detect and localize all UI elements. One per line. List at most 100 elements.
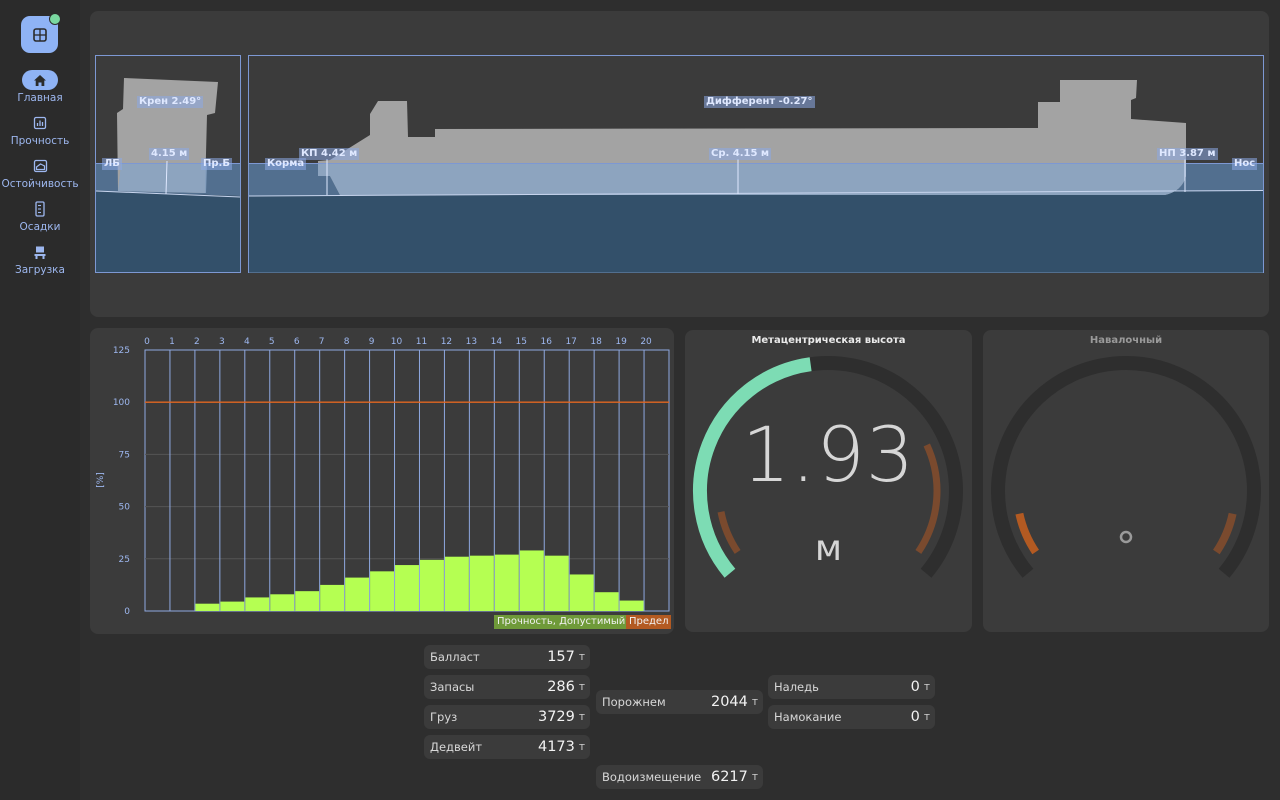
stat-value: 0 — [910, 709, 920, 725]
stat-value: 0 — [910, 679, 920, 695]
gauge-arc — [991, 356, 1261, 578]
heel-draft-label: 4.15 м — [149, 148, 190, 160]
sidebar-item-loading[interactable]: Загрузка — [0, 242, 80, 276]
ballast-stat: Балласт 157 т — [424, 645, 590, 669]
strength-bar — [320, 584, 345, 611]
bow-label: Нос — [1232, 158, 1258, 170]
starboard-side-label: Пр.Б — [201, 158, 232, 170]
strength-bar — [345, 577, 370, 611]
sidebar-item-label: Остойчивость — [1, 178, 79, 190]
legend-allowable: Прочность, Допустимый — [494, 615, 629, 629]
profile-view — [248, 55, 1264, 273]
ruler-icon — [35, 201, 45, 217]
strength-bar — [469, 555, 494, 611]
lightship-stat: Порожнем 2044 т — [596, 690, 763, 714]
wetting-stat: Намокание 0 т — [768, 705, 935, 729]
gauge-unit: м — [814, 528, 843, 569]
stat-label: Намокание — [774, 710, 842, 724]
x-tick-label: 0 — [144, 337, 150, 347]
strength-bar — [594, 592, 619, 611]
stat-label: Водоизмещение — [602, 770, 702, 784]
displacement-stat: Водоизмещение 6217 т — [596, 765, 763, 789]
y-tick-label: 75 — [119, 450, 130, 460]
x-tick-label: 6 — [294, 337, 300, 347]
stat-label: Наледь — [774, 680, 819, 694]
stat-value: 286 — [547, 679, 575, 695]
x-tick-label: 4 — [244, 337, 250, 347]
x-tick-label: 17 — [565, 337, 576, 347]
stat-value: 2044 — [710, 694, 748, 710]
x-tick-label: 13 — [466, 337, 477, 347]
mid-draft-label: Ср. 4.15 м — [709, 148, 772, 160]
stat-value: 3729 — [537, 709, 575, 725]
strength-bar — [444, 556, 469, 611]
strength-bar — [519, 550, 544, 611]
x-tick-label: 20 — [640, 337, 652, 347]
x-tick-label: 11 — [416, 337, 427, 347]
x-tick-label: 18 — [590, 337, 602, 347]
strength-bar — [245, 597, 270, 611]
stat-value: 6217 — [710, 769, 748, 785]
stat-unit: т — [578, 651, 585, 663]
gauge-needle-dot — [1119, 530, 1133, 544]
stat-unit: т — [578, 681, 585, 693]
y-tick-label: 100 — [113, 398, 130, 408]
gauge-warn-low — [1015, 512, 1040, 555]
stores-stat: Запасы 286 т — [424, 675, 590, 699]
x-tick-label: 14 — [491, 337, 503, 347]
gauge-warn-high — [1212, 512, 1237, 555]
port-side-label: ЛБ — [102, 158, 122, 170]
sidebar-item-label: Главная — [17, 92, 63, 104]
trim-label: Дифферент -0.27° — [704, 96, 815, 108]
stat-label: Груз — [430, 710, 458, 724]
x-tick-label: 7 — [319, 337, 325, 347]
strength-bar — [370, 571, 395, 611]
stat-unit: т — [923, 711, 930, 723]
chart-icon — [33, 116, 47, 130]
stat-unit: т — [751, 771, 758, 783]
stat-label: Запасы — [430, 680, 475, 694]
app-logo[interactable] — [21, 13, 61, 53]
x-tick-label: 19 — [615, 337, 627, 347]
deadweight-stat: Дедвейт 4173 т — [424, 735, 590, 759]
sidebar-item-label: Осадки — [19, 221, 61, 233]
strength-bar — [619, 600, 644, 611]
y-axis-label: [%] — [96, 472, 106, 488]
status-badge — [49, 13, 61, 25]
x-tick-label: 10 — [391, 337, 403, 347]
stat-label: Балласт — [430, 650, 480, 664]
stability-icon — [33, 159, 47, 173]
sidebar-item-label: Прочность — [10, 135, 70, 147]
gauge-value: 1.93 — [741, 410, 916, 499]
stat-value: 4173 — [537, 739, 575, 755]
x-tick-label: 15 — [516, 337, 527, 347]
x-tick-label: 16 — [541, 337, 553, 347]
strength-bar — [419, 559, 444, 611]
y-tick-label: 125 — [113, 346, 130, 356]
sidebar-item-home[interactable]: Главная — [0, 70, 80, 104]
legend-limit: Предел — [626, 615, 672, 629]
stat-label: Дедвейт — [430, 740, 483, 754]
strength-bar — [195, 603, 220, 611]
stat-value: 157 — [547, 649, 575, 665]
x-tick-label: 12 — [441, 337, 452, 347]
x-tick-label: 8 — [344, 337, 350, 347]
stat-label: Порожнем — [602, 695, 666, 709]
sidebar-item-stability[interactable]: Остойчивость — [0, 156, 80, 190]
strength-bar — [270, 594, 295, 611]
metacentric-height-gauge: Метацентрическая высота 1.93 м — [685, 330, 972, 632]
sidebar-item-drafts[interactable]: Осадки — [0, 199, 80, 233]
strength-bar — [569, 574, 594, 611]
home-icon — [34, 74, 46, 86]
aft-draft-label: КП 4.42 м — [299, 148, 360, 160]
fwd-draft-label: НП 3.87 м — [1157, 148, 1218, 160]
strength-chart-panel: 0 25 50 75 100 125 0 1 2 3 4 5 6 7 8 9 10 11 12 13 14 15 16 17 1… — [90, 328, 674, 634]
strength-bar — [494, 554, 519, 611]
stat-unit: т — [578, 741, 585, 753]
strength-bar — [395, 565, 419, 611]
heel-label: Крен 2.49° — [137, 96, 204, 108]
ice-stat: Наледь 0 т — [768, 675, 935, 699]
sidebar-item-strength[interactable]: Прочность — [0, 113, 80, 147]
bulk-cargo-gauge: Навалочный — [983, 330, 1269, 632]
strength-chart: 02550751001250 1 2 3 4 5 6 7 8 9 10 11 12 13 14 15 16 17 1… — [96, 337, 670, 617]
